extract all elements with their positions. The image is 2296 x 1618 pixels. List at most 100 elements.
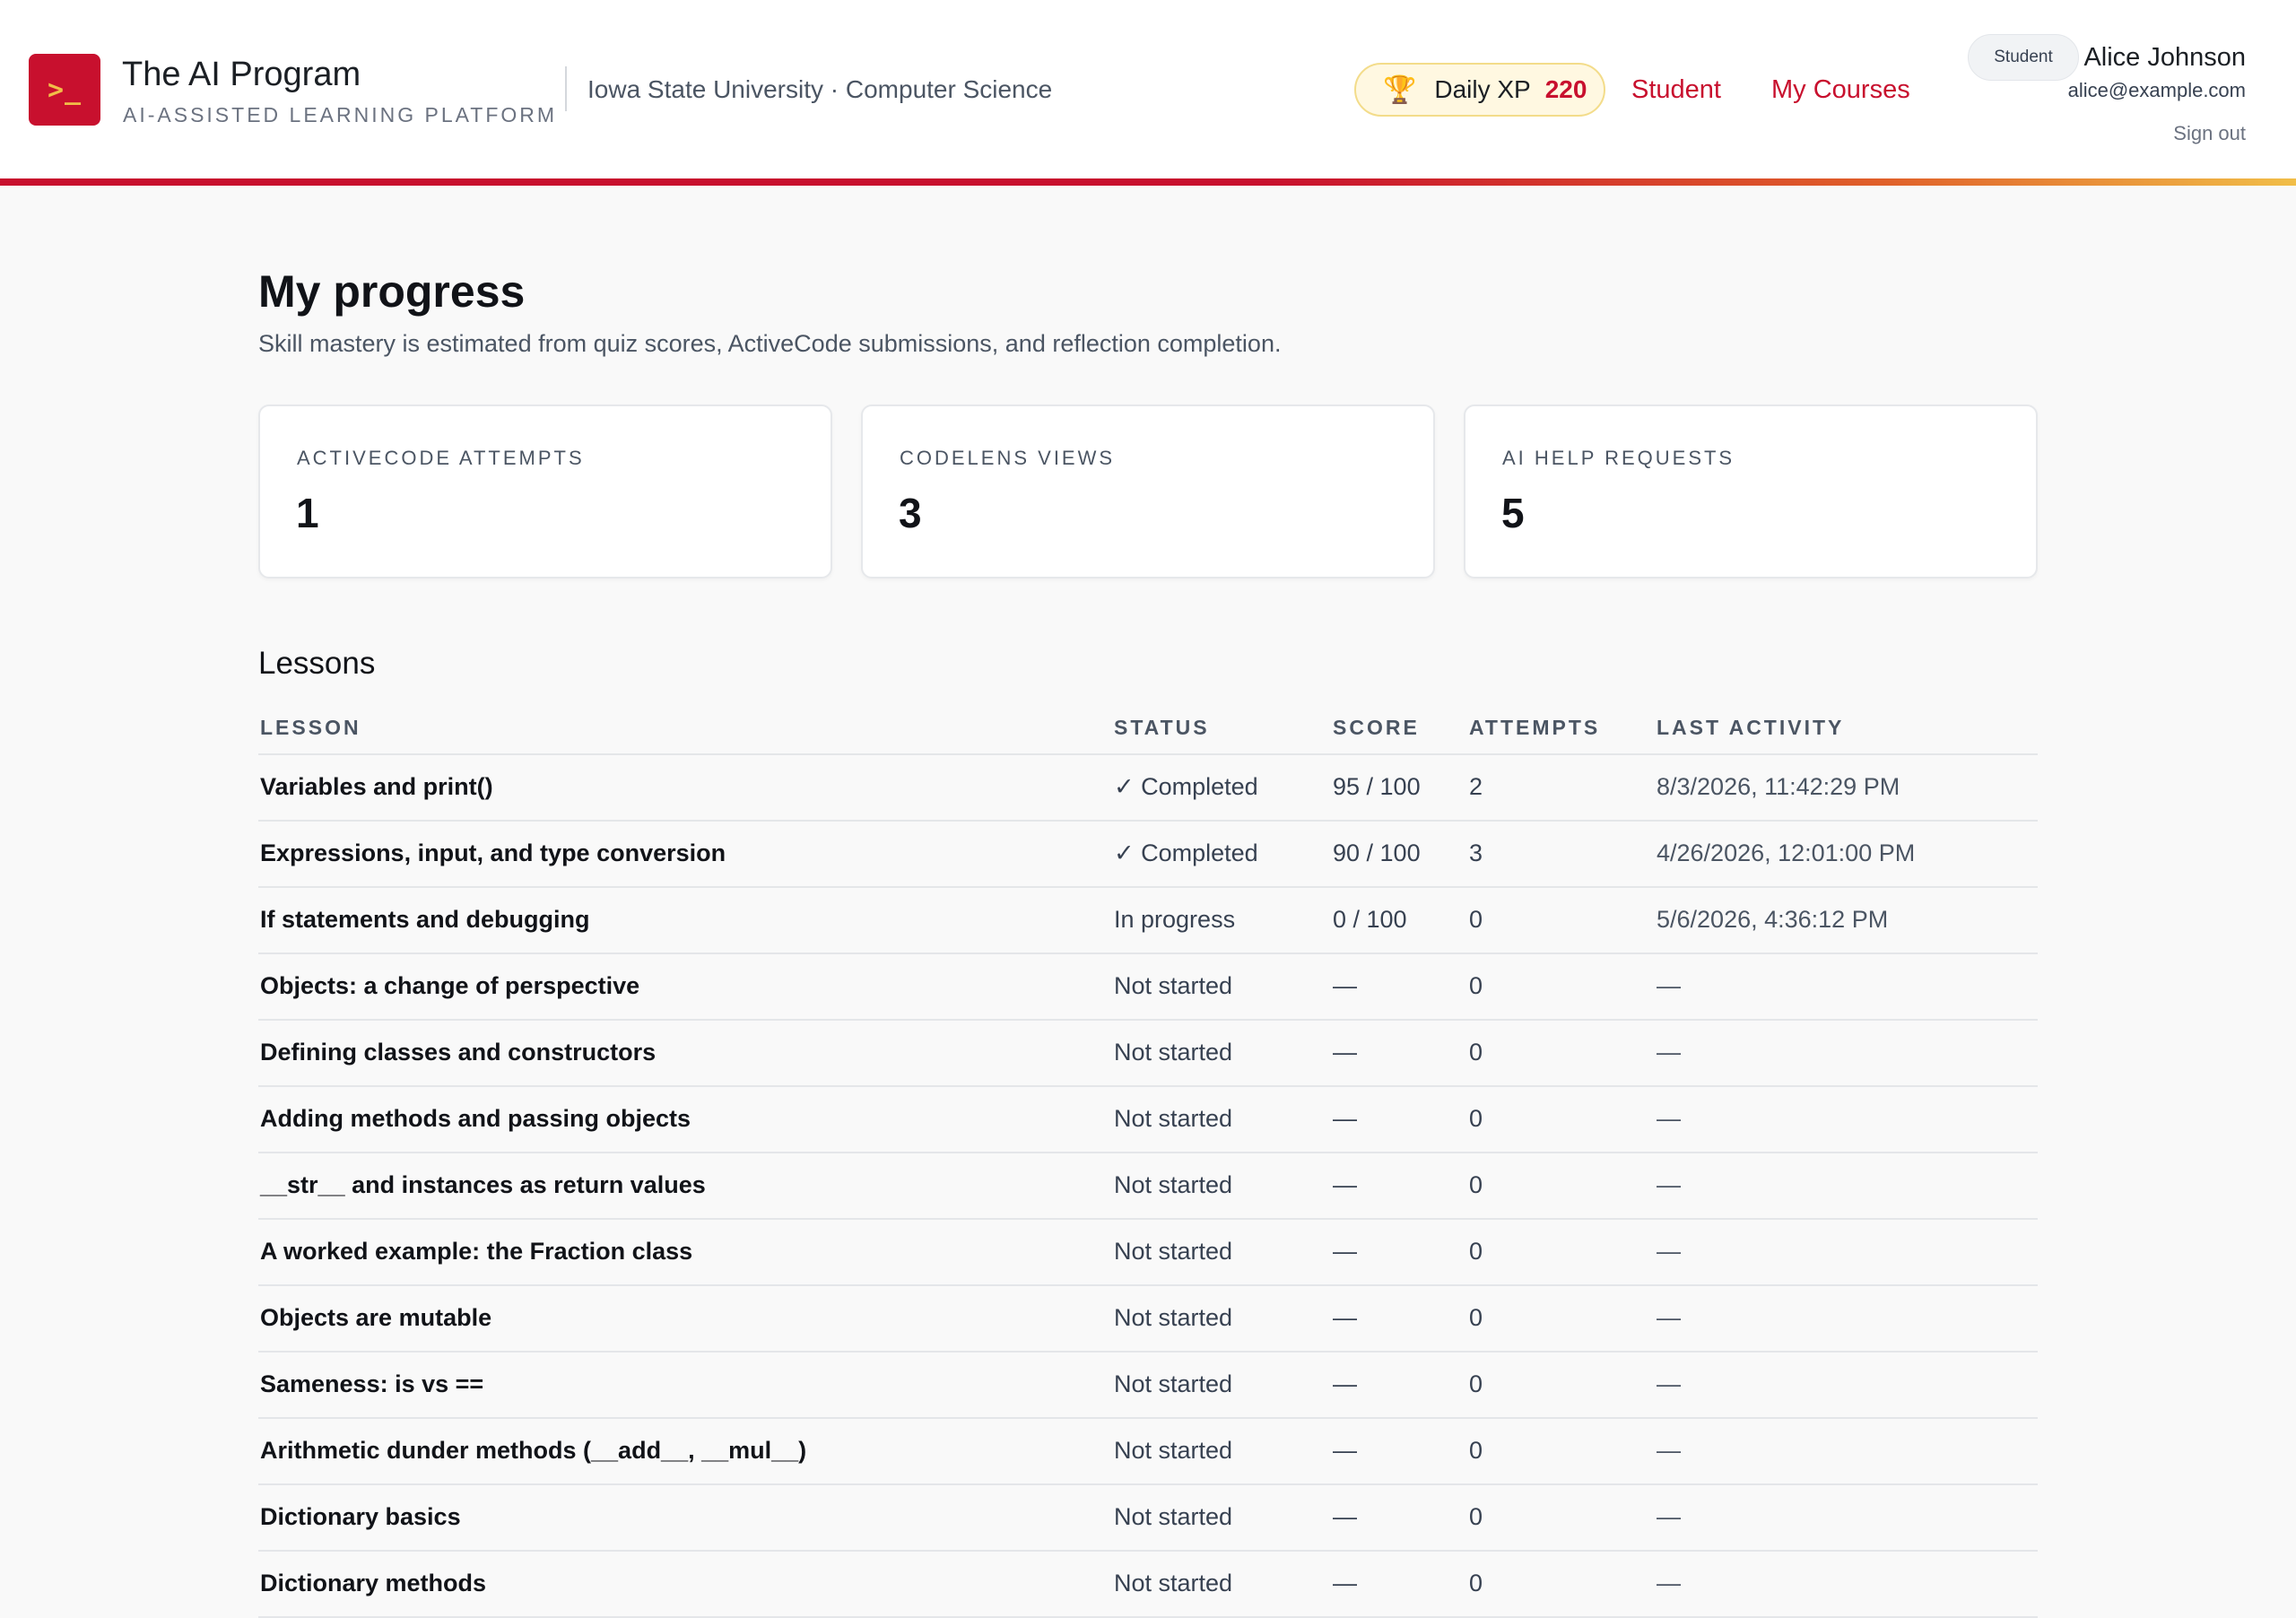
lesson-status: Not started xyxy=(1114,1105,1233,1132)
header-divider xyxy=(565,66,567,111)
lesson-attempts: 0 xyxy=(1469,1105,1483,1132)
lesson-name[interactable]: Variables and print() xyxy=(260,773,493,801)
lesson-name[interactable]: Objects are mutable xyxy=(260,1304,491,1332)
lesson-attempts: 0 xyxy=(1469,972,1483,999)
lesson-last-activity: — xyxy=(1657,972,1681,999)
daily-xp-pill: 🏆 Daily XP 220 xyxy=(1354,63,1605,117)
daily-xp-label: Daily XP xyxy=(1434,75,1531,103)
sign-out-link[interactable]: Sign out xyxy=(2173,122,2246,145)
table-row[interactable]: Adding methods and passing objects Not st… xyxy=(258,1087,2038,1153)
table-row[interactable]: Arithmetic dunder methods (__add__, __mu… xyxy=(258,1419,2038,1485)
lessons-table-header: LESSON STATUS SCORE ATTEMPTS LAST ACTIVI… xyxy=(258,705,2038,755)
table-row[interactable]: If statements and debugging In progress 0 … xyxy=(258,888,2038,954)
page-title: My progress xyxy=(258,266,526,317)
lesson-status: Not started xyxy=(1114,972,1233,999)
table-row[interactable]: Objects are mutable Not started — 0 — xyxy=(258,1286,2038,1353)
university-label: Iowa State University · Computer Science xyxy=(587,75,1053,103)
lesson-attempts: 0 xyxy=(1469,1437,1483,1464)
column-header-last-activity: LAST ACTIVITY xyxy=(1657,716,1845,739)
lesson-status: Not started xyxy=(1114,1238,1233,1265)
lesson-attempts: 0 xyxy=(1469,1039,1483,1066)
lesson-score: — xyxy=(1333,1370,1357,1397)
lesson-status: Not started xyxy=(1114,1570,1233,1596)
lesson-attempts: 0 xyxy=(1469,1370,1483,1397)
column-header-status: STATUS xyxy=(1114,716,1210,739)
lesson-attempts: 0 xyxy=(1469,1570,1483,1596)
lesson-name[interactable]: Dictionary methods xyxy=(260,1570,486,1597)
lesson-name[interactable]: Adding methods and passing objects xyxy=(260,1105,691,1133)
stat-value: 1 xyxy=(296,490,319,536)
lesson-name[interactable]: Arithmetic dunder methods (__add__, __mu… xyxy=(260,1437,806,1465)
lesson-status: Not started xyxy=(1114,1437,1233,1464)
user-email: alice@example.com xyxy=(2067,79,2246,101)
lesson-status: ✓ Completed xyxy=(1114,773,1258,800)
lesson-name[interactable]: Sameness: is vs == xyxy=(260,1370,483,1398)
table-row[interactable]: Objects: a change of perspective Not star… xyxy=(258,954,2038,1021)
lesson-attempts: 0 xyxy=(1469,1503,1483,1530)
lesson-score: 0 / 100 xyxy=(1333,906,1407,933)
nav-student-link[interactable]: Student xyxy=(1631,75,1721,105)
stat-card-ai-help-requests: AI HELP REQUESTS 5 xyxy=(1464,404,2038,578)
stat-label: ACTIVECODE ATTEMPTS xyxy=(297,447,585,469)
nav-my-courses-link[interactable]: My Courses xyxy=(1771,75,1910,105)
lesson-name[interactable]: Dictionary basics xyxy=(260,1503,461,1531)
lesson-status: ✓ Completed xyxy=(1114,839,1258,866)
table-row[interactable]: Expressions, input, and type conversion ✓… xyxy=(258,822,2038,888)
lesson-last-activity: 8/3/2026, 11:42:29 PM xyxy=(1657,773,1900,800)
table-row[interactable]: Dictionary methods Not started — 0 — xyxy=(258,1552,2038,1618)
lesson-last-activity: — xyxy=(1657,1039,1681,1066)
trophy-icon: 🏆 xyxy=(1383,74,1417,105)
stat-card-activecode-attempts: ACTIVECODE ATTEMPTS 1 xyxy=(258,404,832,578)
brand-title[interactable]: The AI Program xyxy=(122,56,361,94)
lesson-attempts: 3 xyxy=(1469,839,1483,866)
lesson-attempts: 0 xyxy=(1469,1238,1483,1265)
lesson-score: — xyxy=(1333,1171,1357,1198)
lesson-score: — xyxy=(1333,1304,1357,1331)
lesson-name[interactable]: Expressions, input, and type conversion xyxy=(260,839,726,867)
brand-subtitle: AI-ASSISTED LEARNING PLATFORM xyxy=(123,103,558,126)
lesson-status: Not started xyxy=(1114,1039,1233,1066)
column-header-attempts: ATTEMPTS xyxy=(1469,716,1601,739)
lesson-status: Not started xyxy=(1114,1370,1233,1397)
stat-value: 3 xyxy=(899,490,922,536)
page-subtitle: Skill mastery is estimated from quiz sco… xyxy=(258,330,1282,357)
lesson-last-activity: — xyxy=(1657,1437,1681,1464)
lesson-name[interactable]: Defining classes and constructors xyxy=(260,1039,656,1066)
table-row[interactable]: Variables and print() ✓ Completed 95 / 100… xyxy=(258,755,2038,822)
stat-label: CODELENS VIEWS xyxy=(900,447,1116,469)
lesson-score: 90 / 100 xyxy=(1333,839,1421,866)
lesson-last-activity: — xyxy=(1657,1105,1681,1132)
lesson-status: Not started xyxy=(1114,1171,1233,1198)
terminal-logo-icon[interactable]: >_ xyxy=(29,54,100,126)
lesson-attempts: 0 xyxy=(1469,906,1483,933)
lesson-attempts: 2 xyxy=(1469,773,1483,800)
lesson-last-activity: — xyxy=(1657,1570,1681,1596)
lesson-name[interactable]: __str__ and instances as return values xyxy=(260,1171,706,1199)
lesson-score: — xyxy=(1333,1039,1357,1066)
lesson-status: In progress xyxy=(1114,906,1236,933)
lesson-score: — xyxy=(1333,1437,1357,1464)
table-row[interactable]: Defining classes and constructors Not sta… xyxy=(258,1021,2038,1087)
lesson-score: 95 / 100 xyxy=(1333,773,1421,800)
lesson-status: Not started xyxy=(1114,1304,1233,1331)
lessons-table: LESSON STATUS SCORE ATTEMPTS LAST ACTIVI… xyxy=(258,705,2038,1618)
lessons-section-title: Lessons xyxy=(258,646,376,681)
lesson-name[interactable]: If statements and debugging xyxy=(260,906,590,934)
table-row[interactable]: __str__ and instances as return values No… xyxy=(258,1153,2038,1220)
table-row[interactable]: Dictionary basics Not started — 0 — xyxy=(258,1485,2038,1552)
header-accent-bar xyxy=(0,178,2296,186)
table-row[interactable]: Sameness: is vs == Not started — 0 — xyxy=(258,1353,2038,1419)
lesson-score: — xyxy=(1333,972,1357,999)
user-name: Alice Johnson xyxy=(2083,43,2246,72)
lesson-name[interactable]: Objects: a change of perspective xyxy=(260,972,639,1000)
lesson-name[interactable]: A worked example: the Fraction class xyxy=(260,1238,692,1266)
table-row[interactable]: A worked example: the Fraction class Not … xyxy=(258,1220,2038,1286)
lesson-score: — xyxy=(1333,1503,1357,1530)
lesson-attempts: 0 xyxy=(1469,1171,1483,1198)
lesson-last-activity: — xyxy=(1657,1370,1681,1397)
terminal-prompt-glyph: >_ xyxy=(47,74,83,106)
lesson-score: — xyxy=(1333,1238,1357,1265)
lesson-last-activity: — xyxy=(1657,1238,1681,1265)
stat-label: AI HELP REQUESTS xyxy=(1502,447,1735,469)
column-header-lesson: LESSON xyxy=(260,716,361,739)
